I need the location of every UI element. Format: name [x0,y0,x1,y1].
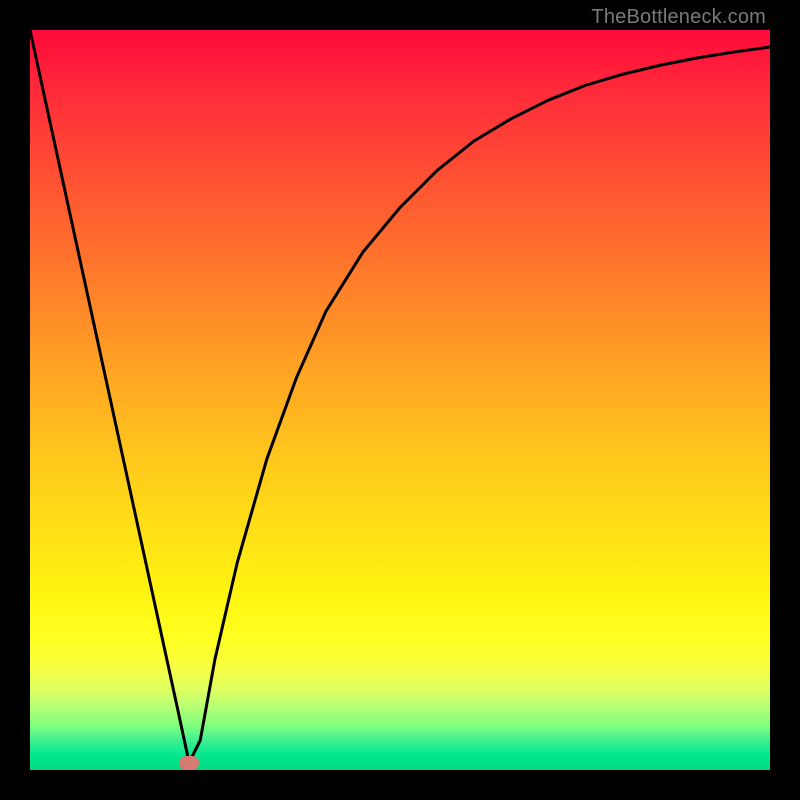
minimum-marker [179,756,199,770]
curve-svg [30,30,770,770]
attribution-text: TheBottleneck.com [591,6,766,29]
bottleneck-curve [30,30,770,763]
chart-container: TheBottleneck.com [0,0,800,800]
plot-area [30,30,770,770]
